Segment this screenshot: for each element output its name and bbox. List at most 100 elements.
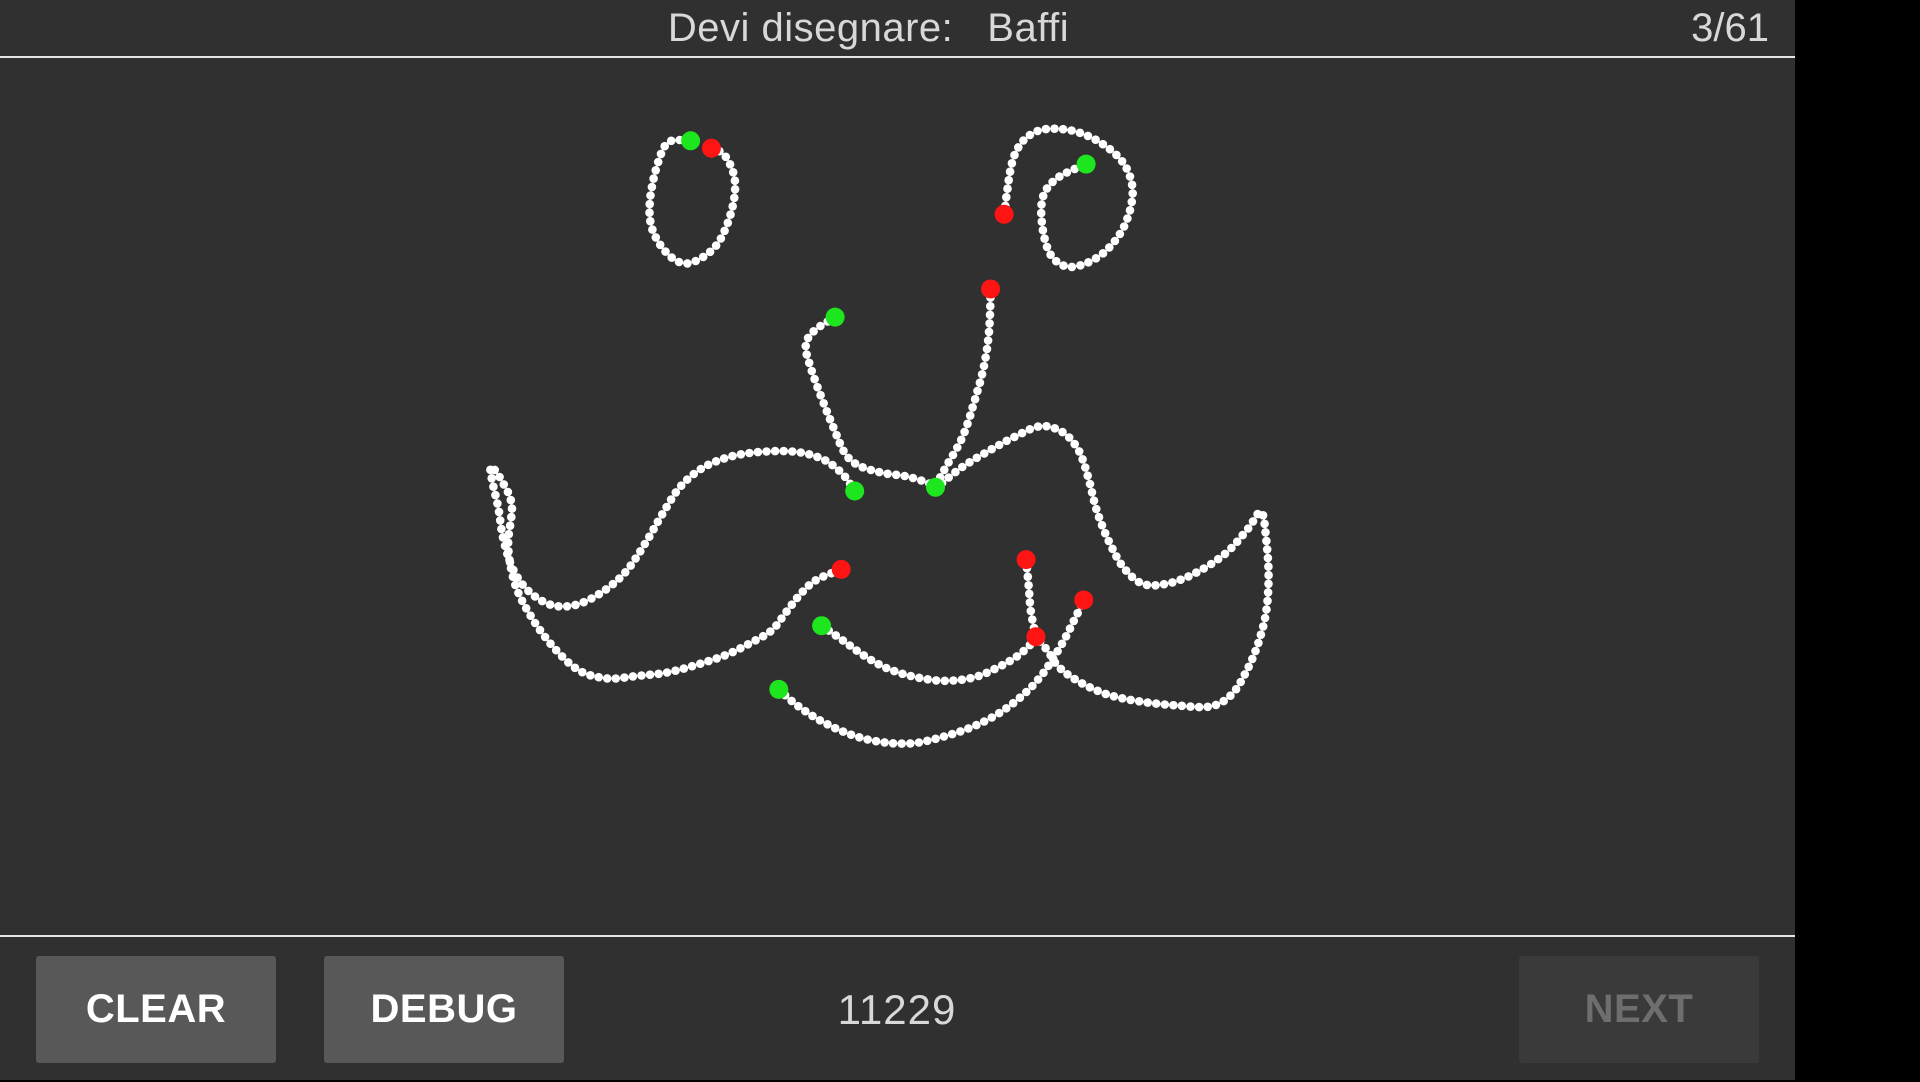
stroke-point — [696, 464, 706, 474]
stroke-point — [1119, 222, 1129, 231]
stroke-point — [546, 639, 555, 648]
stroke-point — [1105, 144, 1115, 154]
stroke-point — [1042, 184, 1052, 193]
stroke-point — [1050, 424, 1060, 433]
stroke-point — [801, 706, 810, 716]
stroke-point — [1059, 261, 1068, 270]
stroke-point — [984, 327, 994, 337]
stroke-point — [972, 453, 982, 463]
stroke-point — [1263, 588, 1273, 597]
stroke-point — [979, 361, 989, 371]
stroke-point — [964, 724, 973, 733]
stroke-point — [1085, 479, 1095, 489]
progress-counter: 3/61 — [1691, 6, 1769, 50]
stroke-point — [974, 671, 983, 681]
stroke-point — [1051, 256, 1061, 266]
stroke-point — [506, 495, 516, 505]
stroke-point — [1078, 455, 1087, 464]
stroke-point — [782, 607, 791, 616]
clear-button[interactable]: CLEAR — [36, 956, 276, 1063]
stroke-point — [646, 191, 655, 200]
stroke-point — [897, 739, 906, 748]
stroke-point — [906, 671, 916, 681]
stroke-point — [855, 733, 864, 742]
stroke-point — [944, 458, 953, 467]
stroke-point — [982, 344, 992, 354]
stroke-point — [1206, 559, 1216, 569]
stroke-point — [1025, 598, 1035, 607]
stroke-point — [1244, 662, 1253, 672]
stroke-point — [1112, 552, 1121, 561]
stroke-point — [1263, 553, 1273, 563]
stroke-point — [719, 454, 729, 463]
stroke-line — [489, 450, 856, 680]
stroke-point — [832, 430, 841, 440]
stroke-point — [683, 259, 692, 268]
stroke-point — [772, 621, 781, 630]
stroke-point — [762, 447, 771, 456]
stroke-point — [594, 672, 603, 682]
stroke-point — [705, 247, 715, 257]
stroke-end-dot — [1016, 550, 1036, 570]
stroke-point — [758, 631, 768, 641]
stroke-point — [866, 655, 876, 665]
stroke-point — [804, 358, 814, 368]
stroke-point — [1070, 439, 1079, 449]
stroke-point — [801, 341, 810, 351]
stroke-point — [1044, 661, 1053, 671]
stroke-point — [1026, 606, 1036, 616]
stroke-start-dot — [1076, 154, 1096, 174]
stroke-point — [662, 502, 671, 512]
stroke-point — [1056, 664, 1066, 674]
stroke-point — [1203, 702, 1212, 712]
stroke-point — [1050, 124, 1059, 133]
stroke-point — [891, 470, 901, 480]
stroke-point — [1199, 564, 1209, 573]
stroke-point — [859, 651, 869, 660]
stroke-point — [830, 723, 840, 733]
stroke-point — [524, 586, 533, 596]
stroke-point — [579, 597, 588, 607]
stroke-point — [963, 419, 972, 429]
stroke-point — [646, 216, 655, 226]
stroke-point — [1039, 668, 1048, 678]
stroke-point — [940, 465, 949, 475]
stroke-point — [494, 507, 504, 517]
next-button[interactable]: NEXT — [1519, 956, 1759, 1063]
stroke-point — [1123, 214, 1132, 223]
stroke-point — [1264, 562, 1273, 571]
stroke-point — [965, 411, 975, 420]
stroke-point — [1220, 549, 1230, 559]
stroke-point — [489, 482, 498, 492]
stroke-point — [601, 585, 611, 594]
stroke-point — [1064, 433, 1074, 442]
stroke-point — [640, 539, 650, 549]
stroke-point — [987, 713, 997, 722]
stroke-point — [723, 218, 733, 228]
stroke-point — [985, 319, 994, 328]
stroke-point — [626, 561, 635, 570]
stroke-point — [1040, 234, 1049, 243]
stroke-point — [1134, 697, 1144, 706]
stroke-point — [1055, 172, 1064, 181]
debug-button[interactable]: DEBUG — [324, 956, 564, 1063]
stroke-point — [951, 467, 960, 477]
stroke-point — [1254, 638, 1263, 648]
stroke-point — [628, 672, 638, 681]
stroke-point — [1025, 130, 1035, 140]
stroke-point — [645, 208, 654, 217]
stroke-point — [871, 736, 881, 746]
stroke-point — [1010, 432, 1019, 442]
stroke-point — [804, 581, 814, 590]
stroke-point — [649, 524, 658, 534]
screen-edge — [1795, 0, 1920, 1080]
stroke-point — [982, 668, 991, 678]
stroke-point — [1100, 528, 1110, 538]
stroke-point — [1160, 700, 1170, 709]
drawing-canvas[interactable] — [0, 58, 1795, 935]
stroke-point — [898, 669, 907, 679]
stroke-point — [645, 670, 655, 679]
stroke-point — [602, 674, 612, 683]
stroke-point — [1048, 177, 1057, 187]
stroke-start-dot — [845, 481, 865, 501]
